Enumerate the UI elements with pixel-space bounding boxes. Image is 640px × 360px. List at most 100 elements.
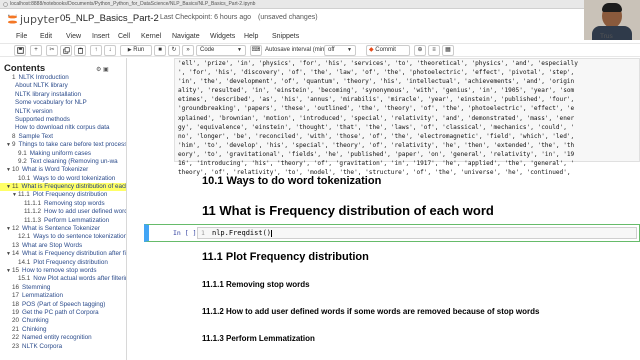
toc-item-label: NLTK Introduction [18,74,69,81]
toc-item[interactable]: How to download nltk corpus data [0,124,126,132]
toc-item[interactable]: ▼15 How to remove stop words [0,267,126,275]
menubar: File Edit View Insert Cell Kernel Naviga… [0,31,584,42]
code-input[interactable]: 1 nlp.Freqdist() [197,227,637,239]
toc-item[interactable]: 15.1 Now Plot actual words after filterin [0,275,126,283]
address-url[interactable]: localhost:8888/notebooks/Documents/Pytho… [10,0,530,9]
toc-item[interactable]: About NLTK library [0,82,126,90]
toc-item[interactable]: ▼11 What is Frequency distribution of eac… [0,183,126,192]
notebook-title[interactable]: 05_NLP_Basics_Part-2 [60,13,159,24]
menu-navigate[interactable]: Navigate [172,31,200,42]
insert-cell-button[interactable]: + [30,45,42,56]
browser-address-bar[interactable]: localhost:8888/notebooks/Documents/Pytho… [0,0,640,9]
toc-item[interactable]: 20 Chunking [0,317,126,325]
toc-item[interactable]: 16 Stemming [0,284,126,292]
presenter-hair [602,3,622,12]
toc-toggle-button[interactable]: ≡ [428,45,440,56]
toc-item[interactable]: ▼9 Things to take care before text proces… [0,141,126,149]
toc-item[interactable]: ▼12 What is Sentence Tokenizer [0,225,126,233]
toc-item-label: Chunking [22,317,49,325]
toc-item[interactable]: Supported methods [0,116,126,124]
toc-item[interactable]: NLTK version [0,108,126,116]
restart-button[interactable]: ↻ [168,45,180,56]
heading-11-1-2: 11.1.2 How to add user defined words if … [202,307,540,316]
git-icon: ◆ [369,47,374,53]
output-line: ', 'for', 'his', 'discovery', 'of', 'the… [178,69,575,77]
toc-item-label: Chinking [22,325,47,333]
cut-button[interactable]: ✂ [46,45,58,56]
toc-item[interactable]: Some vocabulary for NLP [0,99,126,107]
toc-item[interactable]: 11.1.2 How to add user defined words [0,208,126,216]
menu-widgets[interactable]: Widgets [210,31,235,42]
toc-item[interactable]: 8 Sample Text [0,133,126,141]
run-icon: ▶ [127,47,132,53]
restart-run-all-button[interactable]: » [182,45,194,56]
toc-item[interactable]: ▼10 What is Word Tokenizer [0,166,126,174]
menu-cell[interactable]: Cell [118,31,130,42]
toc-item-number: 14 [12,250,20,258]
toc-item[interactable]: 10.1 Ways to do word tokenization [0,175,126,183]
variable-inspector-button[interactable]: ⊕ [414,45,426,56]
toc-item[interactable]: 22 Named entity recognition [0,334,126,342]
output-line: no', 'longer', 'be', 'reconciled', 'with… [178,132,575,140]
toc-item[interactable]: 11.1.1 Removing stop words [0,200,126,208]
save-button[interactable] [14,45,26,56]
toc-item[interactable]: 13 What are Stop Words [0,242,126,250]
menu-edit[interactable]: Edit [40,31,52,42]
move-down-button[interactable]: ↓ [104,45,116,56]
output-line: gy', 'equivalence', 'einstein', 'thought… [178,123,575,131]
menu-kernel[interactable]: Kernel [141,31,161,42]
table-button[interactable]: ▦ [442,45,454,56]
toc-item-number: 13 [12,241,20,249]
toc-item[interactable]: 14.1 Plot Frequency distribution [0,259,126,267]
toc-item-label: Stemming [22,283,51,291]
toc-item-number: 18 [12,300,20,308]
menu-snippets[interactable]: Snippets [272,31,299,42]
toc-item-number: 11.1.3 [24,216,42,224]
toc-item[interactable]: 23 NLTK Corpora [0,343,126,351]
menu-insert[interactable]: Insert [92,31,110,42]
toc-item[interactable]: 17 Lemmatization [0,292,126,300]
toc-item[interactable]: ▼11.1 Plot Frequency distribution [0,191,126,199]
stop-icon: ■ [158,47,162,53]
arrow-up-icon: ↑ [94,47,98,53]
toc-item-number: 15 [12,266,20,274]
trusted-indicator[interactable]: Trus [600,31,613,42]
toc-item[interactable]: 11.1.3 Perform Lemmatization [0,217,126,225]
command-palette-button[interactable]: ⌨ [250,45,262,56]
copy-button[interactable] [60,45,72,56]
code-text[interactable]: nlp.Freqdist() [212,229,273,237]
toc-item[interactable]: 18 POS (Part of Speech tagging) [0,301,126,309]
interrupt-button[interactable]: ■ [154,45,166,56]
toc-item[interactable]: 9.1 Making uniform cases [0,150,126,158]
info-icon [3,2,8,7]
toc-item[interactable]: ▼14 What is Frequency distribution after … [0,250,126,258]
toc-item[interactable]: NLTK library installation [0,91,126,99]
toc-item[interactable]: 1 NLTK Introduction [0,74,126,82]
toc-item[interactable]: 12.1 Ways to do sentence tokenization [0,233,126,241]
toc-settings-icon[interactable]: ⚙ ▣ [96,66,109,73]
cell-type-select[interactable]: Code ▼ [196,45,246,56]
run-button[interactable]: ▶ Run [120,45,152,56]
toc-item[interactable]: 19 Get the PC path of Corpora [0,309,126,317]
toc-item-label: How to remove stop words [22,266,97,274]
commit-button[interactable]: ◆ Commit [366,45,410,56]
toc-item-number: 19 [12,308,20,316]
menu-help[interactable]: Help [244,31,258,42]
autosave-select[interactable]: off ▼ [324,45,356,56]
toc-item-label: About NLTK library [15,82,68,90]
code-cell-selected[interactable]: In [ ]: 1 nlp.Freqdist() [144,224,640,242]
toc-item[interactable]: 21 Chinking [0,326,126,334]
cell-type-value: Code [200,47,215,53]
toc-item-number: 23 [12,342,20,350]
menu-file[interactable]: File [16,31,27,42]
arrow-down-icon: ↓ [108,47,112,53]
move-up-button[interactable]: ↑ [90,45,102,56]
autosave-label: Autosave interval (min): [265,47,329,53]
heading-11-1: 11.1 Plot Frequency distribution [202,251,369,263]
menu-view[interactable]: View [66,31,81,42]
toc-item[interactable]: 9.2 Text cleaning (Removing un-wa [0,158,126,166]
crosshair-icon: ⊕ [417,47,423,53]
jupyter-logo[interactable]: jupyter [4,12,59,28]
toc-item-number: 9.2 [18,157,27,165]
paste-button[interactable] [74,45,86,56]
